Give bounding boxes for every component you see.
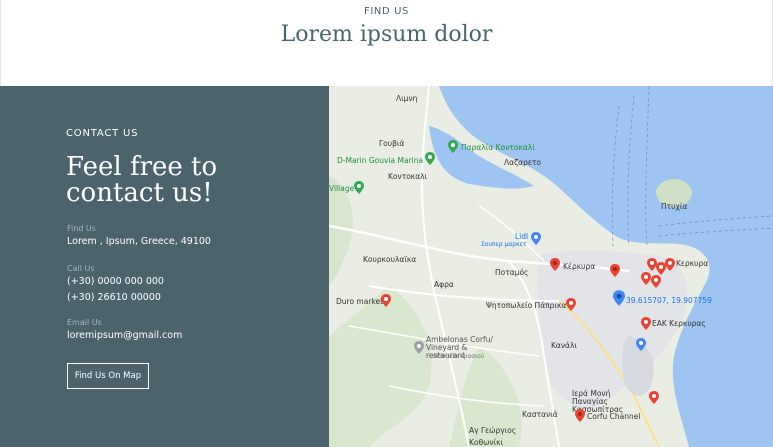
map-label-corfu-channel: Corfu Channel bbox=[587, 412, 641, 421]
map-label-ptychia: Πτυχία bbox=[661, 202, 688, 211]
shop-pin-icon[interactable] bbox=[531, 232, 541, 245]
red-pin-icon[interactable] bbox=[575, 409, 585, 422]
map-label-village: Village bbox=[329, 184, 355, 193]
red-pin-icon[interactable] bbox=[641, 272, 651, 285]
red-pin-icon[interactable] bbox=[381, 294, 391, 307]
red-pin-icon[interactable] bbox=[651, 275, 661, 288]
section-eyebrow: FIND US bbox=[364, 6, 409, 17]
beach-pin-icon[interactable] bbox=[448, 140, 458, 153]
find-us-header: FIND US Lorem ipsum dolor bbox=[0, 0, 773, 86]
map-label-lazaretto: Λαζαρετο bbox=[504, 158, 542, 167]
contact-label: CONTACT US bbox=[66, 128, 139, 139]
map-label-potamos: Ποταμός bbox=[495, 268, 529, 277]
marina-pin-icon[interactable] bbox=[425, 152, 435, 165]
map-label-kastania: Καστανιά bbox=[522, 410, 558, 419]
map-label-kontokali: Κοντοκαλι bbox=[388, 172, 428, 181]
red-pin-icon[interactable] bbox=[566, 298, 576, 311]
red-pin-icon[interactable] bbox=[641, 317, 651, 330]
map-label-beach: Παραλία Κοντοκαλί bbox=[461, 143, 535, 152]
map-label-afra: Αφρα bbox=[434, 280, 454, 289]
location-pin-icon[interactable] bbox=[613, 290, 625, 306]
map-label-duro: Duro market bbox=[336, 297, 384, 306]
red-pin-icon[interactable] bbox=[610, 264, 620, 277]
map-label-kourkoulaika: Κουρκουλαϊκα bbox=[363, 255, 417, 264]
address-value: Lorem , Ipsum, Greece, 49100 bbox=[67, 236, 211, 247]
red-pin-icon[interactable] bbox=[649, 391, 659, 404]
find-us-on-map-button[interactable]: Find Us On Map bbox=[67, 363, 149, 389]
map-label-limni: Λιμνη bbox=[396, 94, 418, 103]
map-label-supermarket: Σουπερ μαρκετ bbox=[481, 241, 527, 248]
section-title: Lorem ipsum dolor bbox=[280, 22, 493, 47]
airport-pin-icon[interactable] bbox=[636, 338, 646, 351]
contact-panel: CONTACT US Feel free to contact us! Find… bbox=[0, 86, 329, 447]
email-label: Email Us bbox=[67, 318, 102, 327]
email-value[interactable]: loremipsum@gmail.com bbox=[67, 330, 182, 341]
map-view[interactable]: Λιμνη Γουβιά Παραλία Κοντοκαλί D-Marin G… bbox=[329, 86, 773, 447]
map-label-kerkyra-2: Κερκυρα bbox=[676, 259, 709, 268]
map-label-kanali: Κανάλι bbox=[551, 341, 577, 350]
phone-2[interactable]: (+30) 26610 00000 bbox=[67, 292, 161, 303]
map-label-gouvia: Γουβιά bbox=[379, 139, 405, 148]
map-label-marina: D-Marin Gouvia Marina bbox=[337, 156, 424, 165]
phone-label: Call Us bbox=[67, 264, 95, 273]
contact-title: Feel free to contact us! bbox=[66, 152, 218, 208]
map-label-lidl: Lidl bbox=[515, 232, 529, 241]
map-label-kerkyra: Κέρκυρα bbox=[563, 262, 596, 271]
map-label-psitopoleio: Ψητοπωλείο Πάπρικα bbox=[486, 301, 567, 310]
phone-1[interactable]: (+30) 0000 000 000 bbox=[67, 276, 164, 287]
village-pin-icon[interactable] bbox=[354, 181, 364, 194]
map-label-coords: 39.615707, 19.907759 bbox=[626, 296, 712, 305]
red-pin-icon[interactable] bbox=[550, 258, 560, 271]
map-label-kotoini: Κοθωνίκι bbox=[469, 438, 504, 447]
vineyard-pin-icon[interactable] bbox=[414, 341, 424, 354]
map-label-georgios: Αγ Γεώργιος bbox=[469, 426, 517, 435]
address-label: Find Us bbox=[67, 224, 96, 233]
red-pin-icon[interactable] bbox=[665, 258, 675, 271]
map-label-ekk: ΕΑΚ Κερκυρας bbox=[652, 319, 706, 328]
map-label-ambelonas-2: Μουσείο κρασιού bbox=[433, 353, 485, 360]
